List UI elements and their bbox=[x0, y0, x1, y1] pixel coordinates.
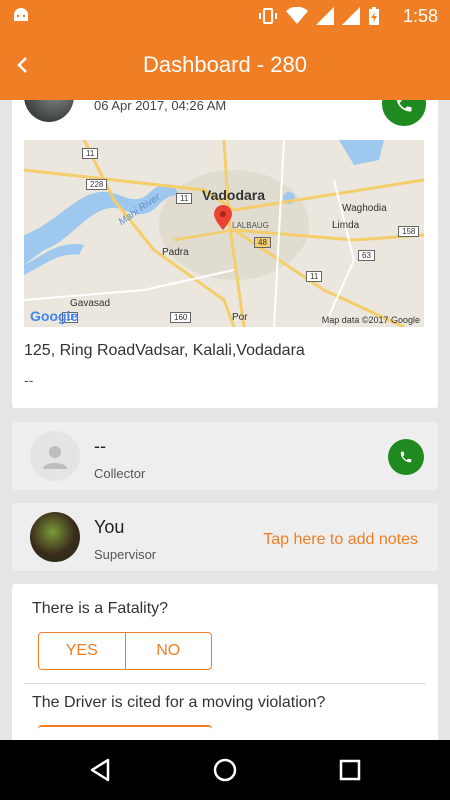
road-shield: 63 bbox=[358, 250, 375, 261]
status-bar: 1:58 bbox=[0, 0, 450, 32]
page-title: Dashboard - 280 bbox=[143, 52, 307, 77]
add-notes-link[interactable]: Tap here to add notes bbox=[263, 531, 418, 549]
status-time: 1:58 bbox=[402, 6, 438, 26]
map-label: Padra bbox=[162, 247, 189, 258]
incident-extra: -- bbox=[24, 372, 34, 388]
incident-date: 06 Apr 2017, 04:26 AM bbox=[94, 100, 227, 113]
road-shield: 11 bbox=[176, 193, 193, 204]
map-label: Waghodia bbox=[342, 203, 387, 214]
avatar bbox=[30, 512, 80, 562]
map-label: Por bbox=[232, 312, 248, 323]
google-logo: Google bbox=[30, 308, 79, 324]
road-shield: 11 bbox=[306, 271, 323, 282]
recents-icon[interactable] bbox=[336, 756, 364, 784]
wifi-icon bbox=[286, 7, 308, 24]
home-icon[interactable] bbox=[211, 756, 239, 784]
question-text: There is a Fatality? bbox=[32, 600, 169, 617]
app-bar: Dashboard - 280 bbox=[0, 32, 450, 100]
road-shield: 158 bbox=[398, 226, 420, 237]
back-icon[interactable] bbox=[86, 756, 114, 784]
supervisor-role: Supervisor bbox=[94, 547, 157, 562]
toggle-partial[interactable] bbox=[38, 725, 212, 729]
collector-card: -- Collector bbox=[12, 422, 438, 490]
battery-charging-icon bbox=[369, 7, 379, 25]
signal-icon bbox=[342, 7, 360, 25]
incident-map[interactable]: Vadodara LALBAUG Mahi River Waghodia Lim… bbox=[24, 140, 424, 327]
person-placeholder-icon bbox=[43, 446, 67, 469]
collector-name: -- bbox=[94, 436, 106, 456]
yes-button[interactable]: YES bbox=[39, 633, 125, 669]
system-navigation-bar bbox=[0, 740, 450, 800]
map-label: Limda bbox=[332, 220, 360, 231]
dashboard-content[interactable]: ····· ······· 06 Apr 2017, 04:26 AM bbox=[0, 100, 450, 740]
map-attribution: Map data ©2017 Google bbox=[321, 315, 420, 325]
collector-role: Collector bbox=[94, 466, 146, 481]
road-shield: 160 bbox=[170, 312, 192, 323]
question-text: The Driver is cited for a moving violati… bbox=[32, 694, 326, 711]
no-button[interactable]: NO bbox=[124, 633, 212, 669]
android-icon bbox=[14, 8, 28, 21]
phone-icon bbox=[400, 451, 412, 463]
road-shield: 48 bbox=[254, 237, 271, 248]
questions-card: There is a Fatality? YES NO The Driver i… bbox=[12, 584, 438, 740]
call-button[interactable] bbox=[382, 100, 426, 126]
supervisor-name: You bbox=[94, 517, 125, 537]
incident-address: 125, Ring RoadVadsar, Kalali,Vodadara bbox=[24, 342, 305, 359]
incident-card: ····· ······· 06 Apr 2017, 04:26 AM bbox=[12, 100, 438, 408]
supervisor-card: You Supervisor Tap here to add notes bbox=[12, 503, 438, 571]
map-label: LALBAUG bbox=[232, 221, 269, 230]
vibrate-icon bbox=[259, 8, 277, 24]
road-shield: 228 bbox=[86, 179, 108, 190]
signal-icon bbox=[316, 7, 334, 25]
phone-icon bbox=[396, 100, 412, 112]
avatar bbox=[30, 431, 80, 481]
road-shield: 11 bbox=[82, 148, 99, 159]
fatality-toggle: YES NO bbox=[38, 632, 212, 670]
divider bbox=[24, 683, 426, 684]
avatar bbox=[24, 100, 74, 122]
map-city-label: Vadodara bbox=[202, 187, 266, 203]
call-collector-button[interactable] bbox=[388, 439, 424, 475]
